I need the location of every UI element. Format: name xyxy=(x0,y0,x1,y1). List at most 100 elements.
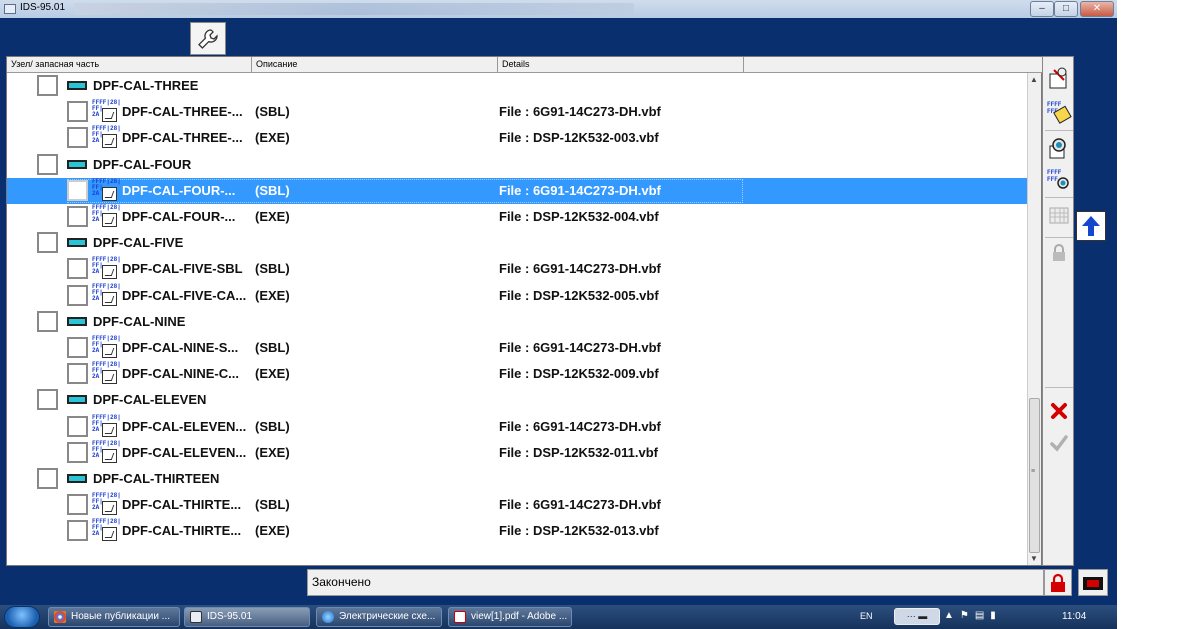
top-toolbar xyxy=(0,18,1117,55)
item-checkbox[interactable] xyxy=(67,127,88,148)
tree-group-row[interactable]: DPF-CAL-FOUR xyxy=(7,152,1027,178)
tree-item-row[interactable]: FFFF|28| FF| 2A DPF-CAL-THIRTE... (EXE) File … xyxy=(7,518,1027,544)
taskbar-item-chrome[interactable]: Новые публикации ... xyxy=(48,607,180,627)
item-type: (EXE) xyxy=(255,288,290,303)
tree-item-row[interactable]: FFFF|28| FF| 2A DPF-CAL-NINE-S... (SBL) File … xyxy=(7,335,1027,361)
wrench-button[interactable] xyxy=(190,22,226,55)
scroll-down-arrow-icon[interactable]: ▼ xyxy=(1030,554,1038,563)
item-checkbox[interactable] xyxy=(67,101,88,122)
item-file-details: File : 6G91-14C273-DH.vbf xyxy=(499,261,661,276)
module-search-icon xyxy=(1049,138,1066,159)
hex-search-button[interactable]: FFFF FFF xyxy=(1045,165,1073,193)
item-checkbox[interactable] xyxy=(67,180,88,201)
item-type: (EXE) xyxy=(255,209,290,224)
module-read-icon xyxy=(1049,67,1067,89)
module-list-panel: Узел/ запасная часть Описание Details DP… xyxy=(6,56,1043,566)
group-label: DPF-CAL-ELEVEN xyxy=(93,392,207,407)
vertical-scrollbar[interactable]: ▲ ≡ ▼ xyxy=(1027,73,1041,565)
scroll-thumb[interactable] xyxy=(1029,398,1040,553)
tree-item-row-selected[interactable]: FFFF|28| FF| 2A DPF-CAL-FOUR-... (SBL) File :… xyxy=(7,178,1027,204)
scroll-grip-icon: ≡ xyxy=(1031,468,1036,475)
tree-group-row[interactable]: DPF-CAL-ELEVEN xyxy=(7,387,1027,413)
tree-item-row[interactable]: FFFF|28| FF| 2A DPF-CAL-FIVE-SBL (SBL) File :… xyxy=(7,256,1027,282)
item-type: (SBL) xyxy=(255,340,290,355)
minimize-button[interactable]: – xyxy=(1030,1,1054,17)
document-icon xyxy=(102,265,117,279)
status-bar: Закончено xyxy=(307,569,1044,596)
calendar-button[interactable] xyxy=(1045,201,1073,229)
status-lock-button[interactable] xyxy=(1044,569,1072,596)
group-checkbox[interactable] xyxy=(37,154,58,175)
cancel-button[interactable] xyxy=(1045,397,1073,425)
group-checkbox[interactable] xyxy=(37,389,58,410)
item-checkbox[interactable] xyxy=(67,520,88,541)
item-checkbox[interactable] xyxy=(67,494,88,515)
item-checkbox[interactable] xyxy=(67,363,88,384)
title-bar: IDS-95.01 – □ ✕ xyxy=(0,0,1117,18)
red-x-icon xyxy=(1051,403,1067,419)
tree-item-row[interactable]: FFFF|28| FF| 2A DPF-CAL-ELEVEN... (SBL) File … xyxy=(7,414,1027,440)
start-button[interactable] xyxy=(4,606,40,628)
group-checkbox[interactable] xyxy=(37,468,58,489)
column-header: Узел/ запасная часть Описание Details xyxy=(7,57,1043,73)
item-type: (EXE) xyxy=(255,366,290,381)
item-checkbox[interactable] xyxy=(67,206,88,227)
group-checkbox[interactable] xyxy=(37,75,58,96)
scroll-up-button[interactable] xyxy=(1076,211,1106,241)
confirm-button[interactable] xyxy=(1045,429,1073,457)
document-icon xyxy=(102,187,117,201)
hex-file-icon: FFFF|28| FF| 2A xyxy=(92,519,122,543)
taskbar-item-adobe[interactable]: view[1].pdf - Adobe ... xyxy=(448,607,572,627)
scroll-up-arrow-icon[interactable]: ▲ xyxy=(1030,75,1038,84)
item-type: (SBL) xyxy=(255,497,290,512)
tree-item-row[interactable]: FFFF|28| FF| 2A DPF-CAL-THREE-... (SBL) File … xyxy=(7,99,1027,125)
tree-item-row[interactable]: FFFF|28| FF| 2A DPF-CAL-ELEVEN... (EXE) File … xyxy=(7,440,1027,466)
document-icon xyxy=(102,370,117,384)
lock-icon xyxy=(1053,244,1065,261)
hex-file-button[interactable]: FFFF FFF xyxy=(1045,97,1073,125)
hex-file-icon: FFFFFFF xyxy=(1047,101,1072,124)
vci-status-button[interactable] xyxy=(1078,569,1108,596)
module-search-button[interactable] xyxy=(1045,135,1073,163)
group-label: DPF-CAL-THIRTEEN xyxy=(93,471,220,486)
column-header-part[interactable]: Узел/ запасная часть xyxy=(7,57,252,72)
app-icon xyxy=(4,4,16,14)
document-icon xyxy=(102,501,117,515)
item-checkbox[interactable] xyxy=(67,258,88,279)
tray-icons[interactable]: ▲⚑▤▮ xyxy=(944,610,1002,621)
item-checkbox[interactable] xyxy=(67,442,88,463)
tree-group-row[interactable]: DPF-CAL-FIVE xyxy=(7,230,1027,256)
column-header-details[interactable]: Details xyxy=(498,57,744,72)
item-checkbox[interactable] xyxy=(67,337,88,358)
item-file-details: File : 6G91-14C273-DH.vbf xyxy=(499,340,661,355)
group-checkbox[interactable] xyxy=(37,311,58,332)
item-checkbox[interactable] xyxy=(67,416,88,437)
tray-toolbar[interactable]: ··· ▬ xyxy=(894,608,940,625)
group-label: DPF-CAL-NINE xyxy=(93,314,186,329)
module-read-button[interactable] xyxy=(1045,65,1073,93)
tree-item-row[interactable]: FFFF|28| FF| 2A DPF-CAL-FIVE-CA... (EXE) File… xyxy=(7,283,1027,309)
language-indicator[interactable]: EN xyxy=(860,611,873,621)
tree-item-row[interactable]: FFFF|28| FF| 2A DPF-CAL-THREE-... (EXE) File … xyxy=(7,125,1027,151)
tree-group-row[interactable]: DPF-CAL-NINE xyxy=(7,309,1027,335)
tree-item-row[interactable]: FFFF|28| FF| 2A DPF-CAL-NINE-C... (EXE) File … xyxy=(7,361,1027,387)
hex-file-icon: FFFF|28| FF| 2A xyxy=(92,284,122,308)
taskbar-item-ids[interactable]: IDS-95.01 xyxy=(184,607,310,627)
group-label: DPF-CAL-THREE xyxy=(93,78,199,93)
column-header-description[interactable]: Описание xyxy=(252,57,498,72)
group-checkbox[interactable] xyxy=(37,232,58,253)
right-toolbar: FFFF FFF FFFF FFF xyxy=(1042,56,1074,566)
tree-item-row[interactable]: FFFF|28| FF| 2A DPF-CAL-THIRTE... (SBL) File … xyxy=(7,492,1027,518)
clock[interactable]: 11:04 xyxy=(1062,611,1086,622)
item-checkbox[interactable] xyxy=(67,285,88,306)
tree-item-row[interactable]: FFFF|28| FF| 2A DPF-CAL-FOUR-... (EXE) File :… xyxy=(7,204,1027,230)
taskbar-item-ie[interactable]: Электрические схе... xyxy=(316,607,442,627)
tree-group-row[interactable]: DPF-CAL-THREE xyxy=(7,73,1027,99)
taskbar-item-label: Электрические схе... xyxy=(339,611,436,622)
hex-file-icon: FFFF|28| FF| 2A xyxy=(92,493,122,517)
close-button[interactable]: ✕ xyxy=(1080,1,1114,17)
item-file-details: File : DSP-12K532-005.vbf xyxy=(499,288,659,303)
tree-group-row[interactable]: DPF-CAL-THIRTEEN xyxy=(7,466,1027,492)
lock-button[interactable] xyxy=(1045,239,1073,267)
maximize-button[interactable]: □ xyxy=(1054,1,1078,17)
